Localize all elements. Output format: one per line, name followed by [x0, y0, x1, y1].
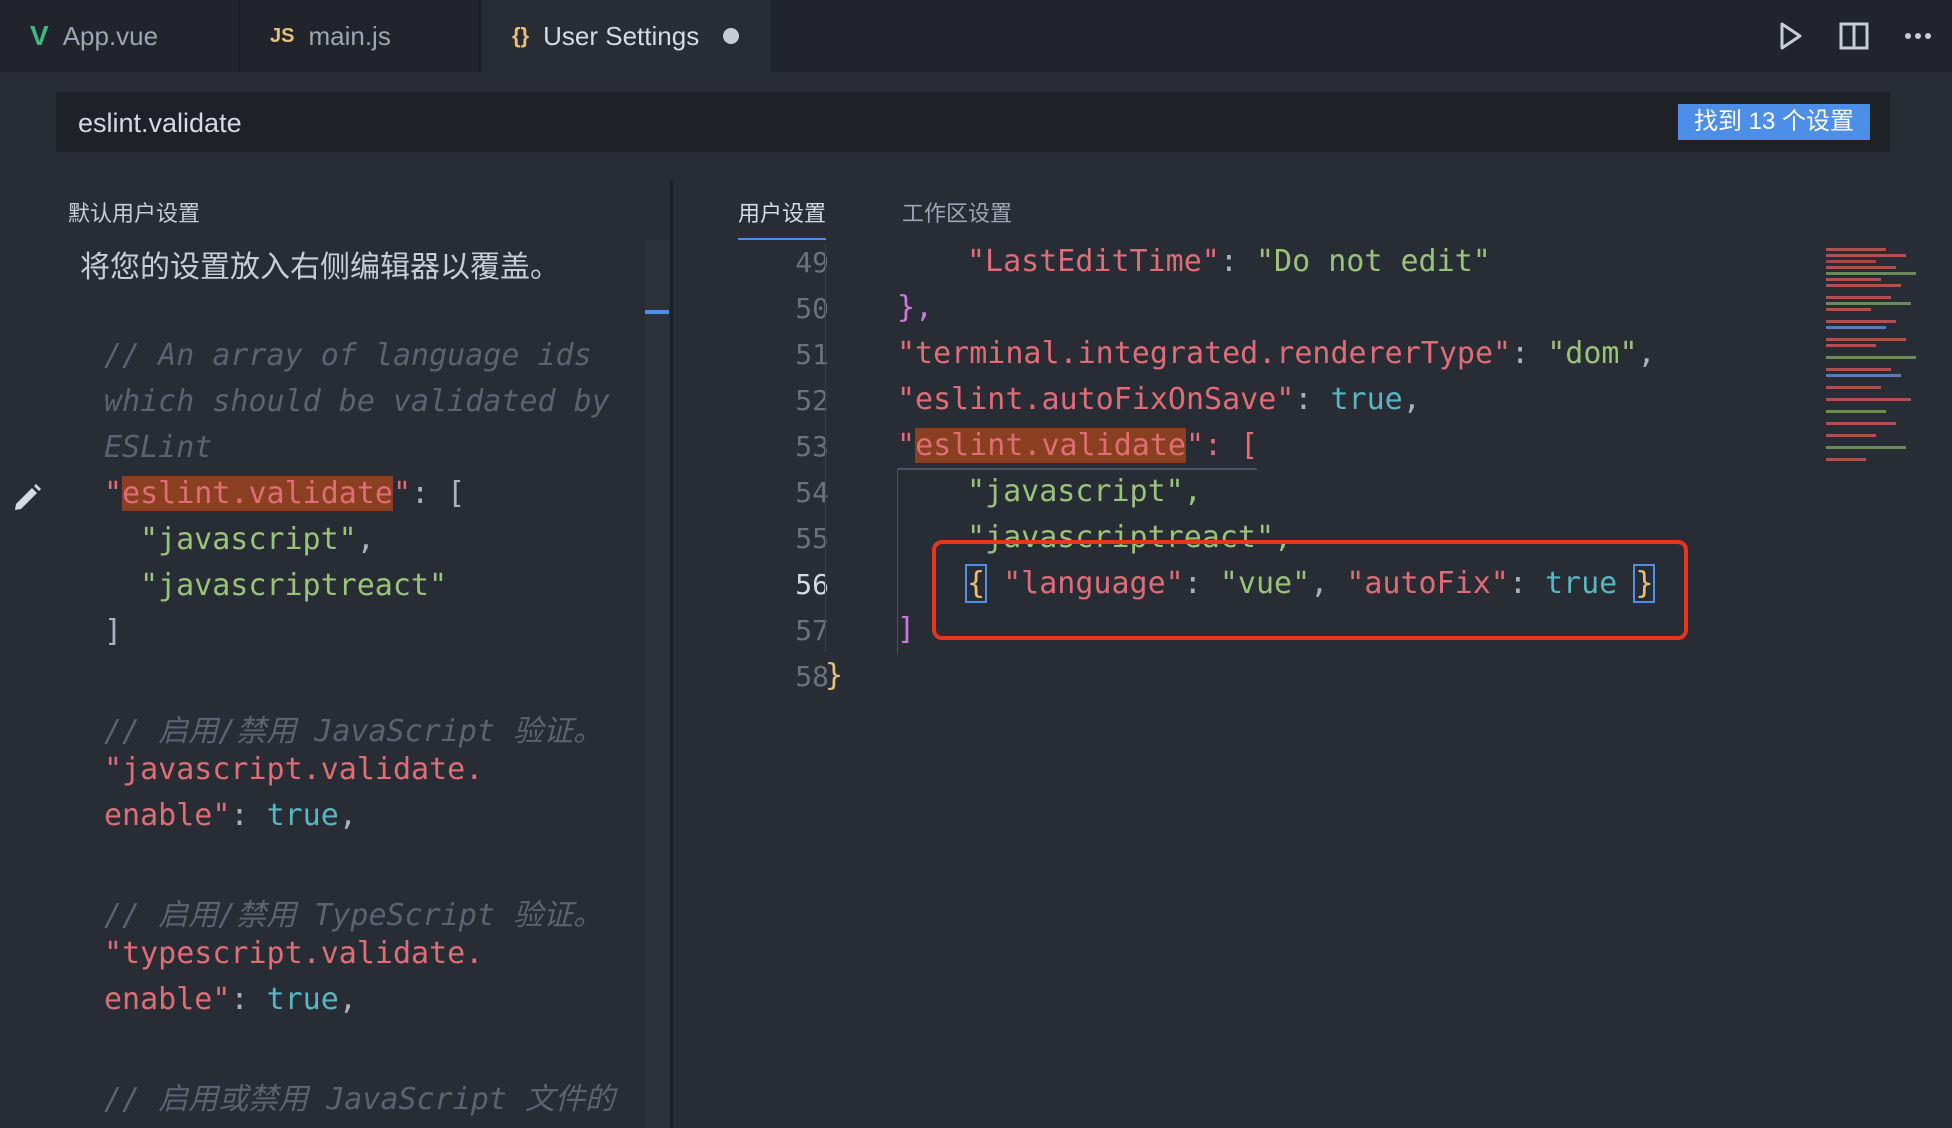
code-line-54: "javascript", — [967, 474, 1202, 509]
search-match: eslint.validate — [915, 428, 1186, 463]
tab-main-js[interactable]: JS main.js — [240, 0, 480, 72]
line-number: 54 — [795, 476, 829, 509]
panel-description: 将您的设置放入右侧编辑器以覆盖。 — [80, 251, 560, 284]
result-count-badge: 找到 13 个设置 — [1677, 104, 1870, 140]
line-number: 58 — [795, 660, 829, 693]
code-comment: // 启用/禁用 TypeScript 验证。 — [104, 898, 603, 933]
tab-app-vue[interactable]: V App.vue — [0, 0, 240, 72]
tab-label: App.vue — [62, 20, 159, 51]
code-line: "typescript.validate. — [104, 936, 484, 971]
code-line: "javascriptreact" — [140, 568, 448, 603]
code-comment: // An array of language ids — [104, 338, 592, 373]
line-number: 57 — [795, 614, 829, 647]
code-line: ] — [104, 614, 123, 649]
minimap[interactable] — [1826, 244, 1926, 474]
code-line: enable": true, — [104, 982, 357, 1017]
tab-bar: V App.vue JS main.js {} User Settings — [0, 0, 1952, 72]
code-line-53: "eslint.validate": [ — [897, 428, 1259, 463]
code-comment: // 启用或禁用 JavaScript 文件的 — [104, 1082, 615, 1117]
left-scrollbar[interactable] — [645, 240, 669, 1128]
line-number: 50 — [795, 292, 829, 325]
highlight-annotation-box — [932, 540, 1688, 640]
line-number: 51 — [795, 338, 829, 371]
code-line-58: } — [825, 658, 844, 693]
code-line-49: "LastEditTime": "Do not edit" — [967, 244, 1491, 279]
line-number: 52 — [795, 384, 829, 417]
unsaved-dot-icon[interactable] — [723, 28, 740, 44]
more-icon[interactable] — [1902, 20, 1934, 52]
line-number: 53 — [795, 430, 829, 463]
search-value: eslint.validate — [78, 108, 242, 138]
tab-label: User Settings — [543, 20, 700, 51]
code-line: "javascript.validate. — [104, 752, 484, 787]
code-comment: ESLint — [104, 430, 213, 465]
default-settings-panel: 默认用户设置 将您的设置放入右侧编辑器以覆盖。 // An array of l… — [0, 160, 670, 1128]
settings-editor[interactable]: 49 50 51 52 53 54 55 56 57 58 "LastEditT… — [673, 244, 1952, 1128]
settings-search-input[interactable]: eslint.validate 找到 13 个设置 — [56, 92, 1890, 152]
code-line: enable": true, — [104, 798, 357, 833]
tab-user-settings-scope[interactable]: 用户设置 — [738, 196, 827, 240]
code-line: "eslint.validate": [ — [104, 476, 466, 511]
line-number: 55 — [795, 522, 829, 555]
bracket-match-line — [897, 468, 1257, 470]
tab-user-settings[interactable]: {} User Settings — [482, 0, 770, 72]
line-number: 49 — [795, 246, 829, 279]
code-comment: which should be validated by — [104, 384, 610, 419]
code-line-51: "terminal.integrated.rendererType": "dom… — [897, 336, 1656, 371]
javascript-icon: JS — [270, 24, 295, 47]
code-line-52: "eslint.autoFixOnSave": true, — [897, 382, 1421, 417]
split-editor-icon[interactable] — [1838, 20, 1870, 52]
tab-label: main.js — [308, 20, 391, 51]
tab-workspace-settings[interactable]: 工作区设置 — [902, 196, 1012, 228]
code-line: "javascript", — [140, 522, 375, 557]
current-line-number: 56 — [795, 568, 829, 601]
code-line-50: }, — [897, 290, 934, 325]
search-match: eslint.validate — [122, 476, 393, 511]
vue-icon: V — [30, 20, 49, 51]
scrollbar-position-indicator — [645, 310, 669, 314]
json-icon: {} — [512, 23, 530, 48]
play-icon[interactable] — [1774, 20, 1806, 52]
code-comment: // 启用/禁用 JavaScript 验证。 — [104, 714, 603, 749]
code-line-57: ] — [897, 612, 916, 647]
panel-title: 默认用户设置 — [68, 201, 201, 226]
indent-guide — [825, 244, 826, 652]
edit-pencil-icon[interactable] — [10, 480, 44, 514]
